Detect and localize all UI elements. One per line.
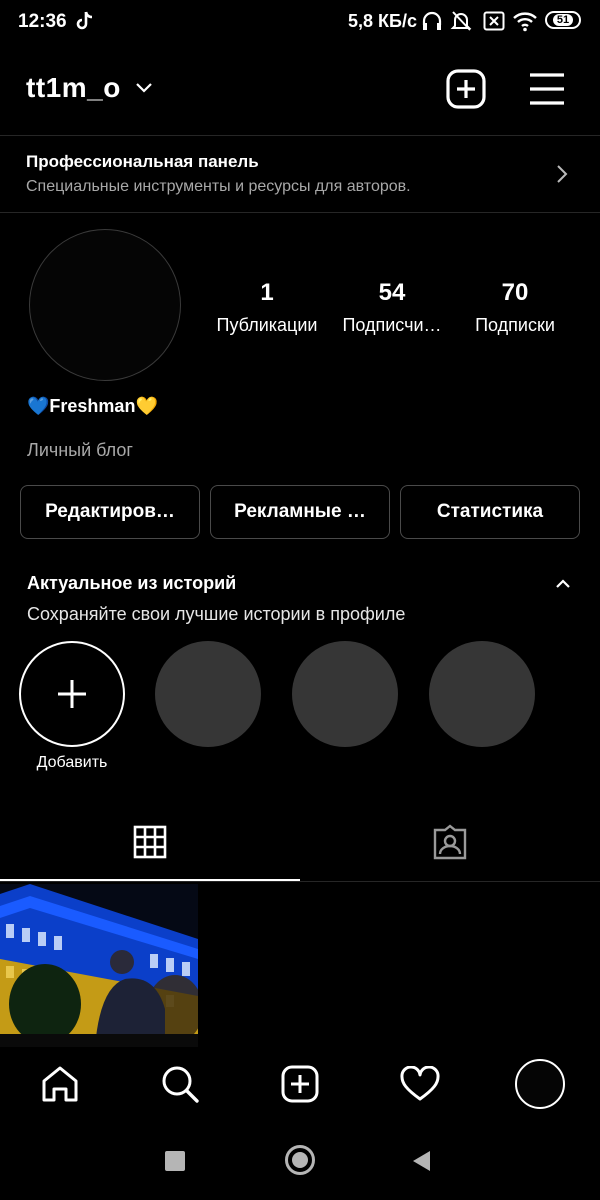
highlight-placeholder xyxy=(155,641,261,747)
display-name: 💙Freshman💛 xyxy=(27,396,158,416)
pro-panel-subtitle: Специальные инструменты и ресурсы для ав… xyxy=(26,178,411,195)
profile-avatar[interactable] xyxy=(515,1059,565,1109)
system-navigation-bar xyxy=(0,1120,600,1200)
stat-followers-value: 54 xyxy=(378,279,406,306)
insights-button[interactable]: Статистика xyxy=(400,485,580,539)
highlight-placeholder xyxy=(292,641,398,747)
status-time: 12:36 xyxy=(18,11,67,32)
highlight-placeholder xyxy=(429,641,535,747)
tiktok-icon xyxy=(76,11,93,30)
professional-panel[interactable]: Профессиональная панель Специальные инст… xyxy=(0,136,600,212)
wifi-icon xyxy=(513,12,537,32)
create-icon[interactable] xyxy=(281,1065,319,1103)
post-thumbnail[interactable] xyxy=(0,884,198,1047)
menu-icon[interactable] xyxy=(528,72,566,106)
back-button[interactable] xyxy=(411,1149,431,1173)
battery-level: 51 xyxy=(552,14,574,26)
home-icon[interactable] xyxy=(40,1065,80,1103)
stat-following-label: Подписки xyxy=(475,315,555,335)
stat-following[interactable]: 70 Подписки xyxy=(445,278,585,338)
headphones-icon xyxy=(422,11,442,30)
home-button-dot xyxy=(292,1152,308,1168)
chevron-down-icon[interactable] xyxy=(135,82,153,94)
bottom-navigation xyxy=(0,1047,600,1119)
status-bar: 12:36 5,8 КБ/с 51 xyxy=(0,0,600,44)
highlights-title: Актуальное из историй xyxy=(27,573,237,593)
stat-followers-label: Подписчи… xyxy=(342,315,442,335)
profile-avatar-large[interactable] xyxy=(29,229,181,381)
chevron-up-icon[interactable] xyxy=(555,578,571,589)
post-image xyxy=(0,884,198,1047)
tabs-divider xyxy=(0,881,600,882)
sim-x-icon xyxy=(483,11,505,31)
stat-following-value: 70 xyxy=(501,279,529,306)
chevron-right-icon xyxy=(557,165,568,183)
network-speed: 5,8 КБ/с xyxy=(348,11,417,31)
battery-icon: 51 xyxy=(545,11,581,29)
home-button[interactable] xyxy=(285,1145,315,1175)
plus-icon xyxy=(58,680,86,708)
add-highlight-label: Добавить xyxy=(36,754,108,771)
profile-username[interactable]: tt1m_o xyxy=(26,72,121,104)
pro-panel-title: Профессиональная панель xyxy=(26,152,259,171)
bell-muted-icon xyxy=(450,11,472,31)
heart-icon[interactable] xyxy=(400,1066,440,1102)
search-icon[interactable] xyxy=(160,1064,200,1104)
pro-panel-divider xyxy=(0,212,600,213)
stat-followers[interactable]: 54 Подписчи… xyxy=(322,278,462,338)
tagged-icon[interactable] xyxy=(431,824,469,862)
new-post-icon[interactable] xyxy=(446,69,486,109)
grid-icon[interactable] xyxy=(133,825,167,859)
profile-category: Личный блог xyxy=(27,440,133,460)
edit-profile-button[interactable]: Редактиров… xyxy=(20,485,200,539)
stat-posts-label: Публикации xyxy=(216,315,318,335)
add-highlight-button[interactable] xyxy=(19,641,125,747)
recents-button[interactable] xyxy=(165,1151,185,1171)
stat-posts[interactable]: 1 Публикации xyxy=(197,278,337,338)
stat-posts-value: 1 xyxy=(260,279,274,306)
highlights-subtitle: Сохраняйте свои лучшие истории в профиле xyxy=(27,604,406,624)
promotions-button[interactable]: Рекламные … xyxy=(210,485,390,539)
